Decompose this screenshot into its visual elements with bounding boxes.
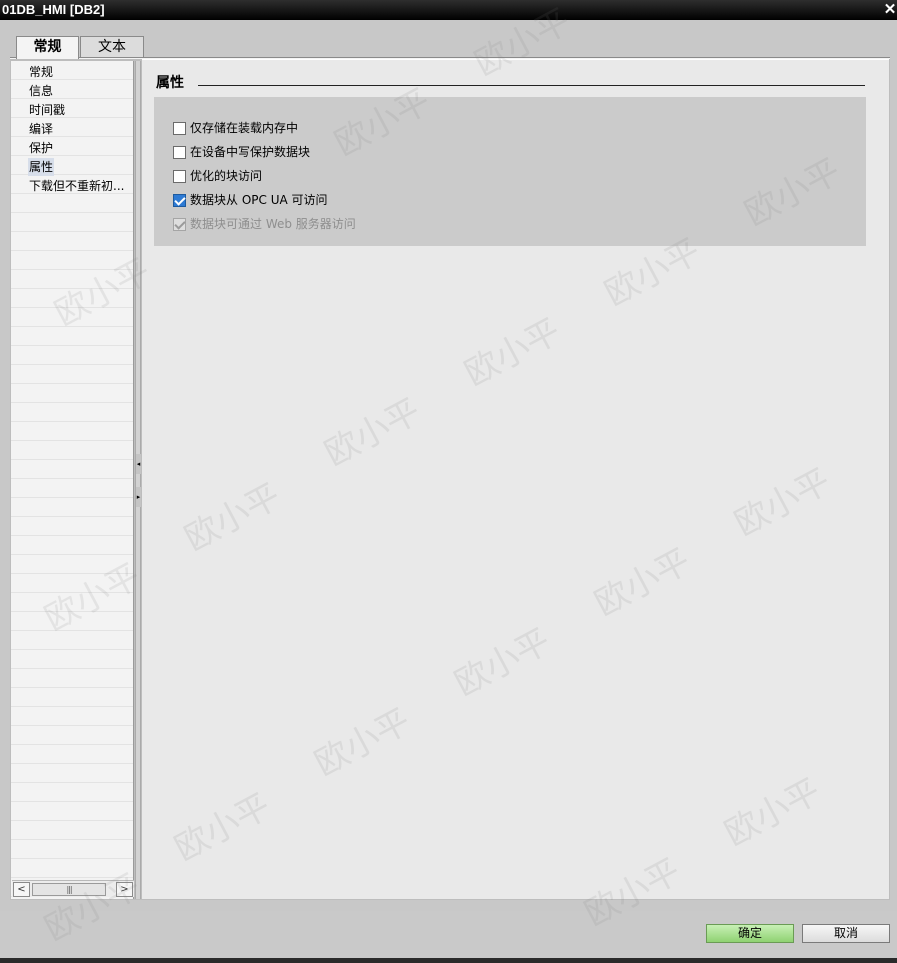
checkbox-write-protect[interactable] <box>173 145 186 159</box>
collapse-left-icon[interactable]: ◂ <box>136 454 141 474</box>
checkbox-web-server-accessible <box>173 217 186 231</box>
attributes-panel: 属性 仅存储在装载内存中 在设备中写保护数据块 优化的块访问 数据块从 OPC … <box>142 59 889 899</box>
properties-dialog: 常规 文本 常规 信息 时间戳 编译 保护 属性 下载但不重新初... < ||… <box>0 20 897 958</box>
section-title: 属性 <box>156 75 184 91</box>
tab-text[interactable]: 文本 <box>80 36 144 57</box>
option-load-memory-only[interactable]: 仅存储在装载内存中 <box>173 119 298 137</box>
window-titlebar: 01DB_HMI [DB2] ✕ <box>0 0 897 20</box>
option-optimized-access[interactable]: 优化的块访问 <box>173 167 262 185</box>
nav-item-attributes[interactable]: 属性 <box>28 158 55 176</box>
scroll-thumb[interactable]: ||| <box>32 883 106 896</box>
option-label: 仅存储在装载内存中 <box>190 121 299 135</box>
option-label: 在设备中写保护数据块 <box>190 145 311 159</box>
panel-splitter[interactable]: ◂ ▸ <box>135 61 141 899</box>
checkbox-optimized-access[interactable] <box>173 169 186 183</box>
option-write-protect[interactable]: 在设备中写保护数据块 <box>173 143 310 161</box>
nav-panel: 常规 信息 时间戳 编译 保护 属性 下载但不重新初... < ||| > <box>11 61 134 899</box>
tab-general[interactable]: 常规 <box>16 36 79 59</box>
expand-right-icon[interactable]: ▸ <box>136 487 141 507</box>
option-label: 数据块从 OPC UA 可访问 <box>190 193 328 207</box>
scroll-right-icon[interactable]: > <box>116 882 133 897</box>
option-opc-ua-accessible[interactable]: 数据块从 OPC UA 可访问 <box>173 191 328 209</box>
cancel-button[interactable]: 取消 <box>802 924 890 943</box>
attributes-group: 仅存储在装载内存中 在设备中写保护数据块 优化的块访问 数据块从 OPC UA … <box>154 97 866 246</box>
nav-item-general[interactable]: 常规 <box>28 63 54 81</box>
checkbox-load-memory-only[interactable] <box>173 121 186 135</box>
nav-horizontal-scrollbar[interactable]: < ||| > <box>12 880 134 897</box>
window-bottom-edge <box>0 958 897 963</box>
content-frame: 常规 信息 时间戳 编译 保护 属性 下载但不重新初... < ||| > ◂ … <box>10 59 890 900</box>
section-divider <box>198 85 865 86</box>
dialog-footer: 确定 取消 <box>0 911 897 958</box>
nav-item-compile[interactable]: 编译 <box>28 120 54 138</box>
checkbox-opc-ua-accessible[interactable] <box>173 193 186 207</box>
option-web-server-accessible: 数据块可通过 Web 服务器访问 <box>173 215 356 233</box>
option-label: 优化的块访问 <box>190 169 263 183</box>
nav-item-timestamp[interactable]: 时间戳 <box>28 101 66 119</box>
window-title: 01DB_HMI [DB2] <box>2 2 105 17</box>
nav-item-download-no-reinit[interactable]: 下载但不重新初... <box>28 177 125 195</box>
scroll-left-icon[interactable]: < <box>13 882 30 897</box>
option-label: 数据块可通过 Web 服务器访问 <box>190 217 356 231</box>
ok-button[interactable]: 确定 <box>706 924 794 943</box>
nav-item-protection[interactable]: 保护 <box>28 139 54 157</box>
nav-item-info[interactable]: 信息 <box>28 82 54 100</box>
close-icon[interactable]: ✕ <box>883 0 897 20</box>
